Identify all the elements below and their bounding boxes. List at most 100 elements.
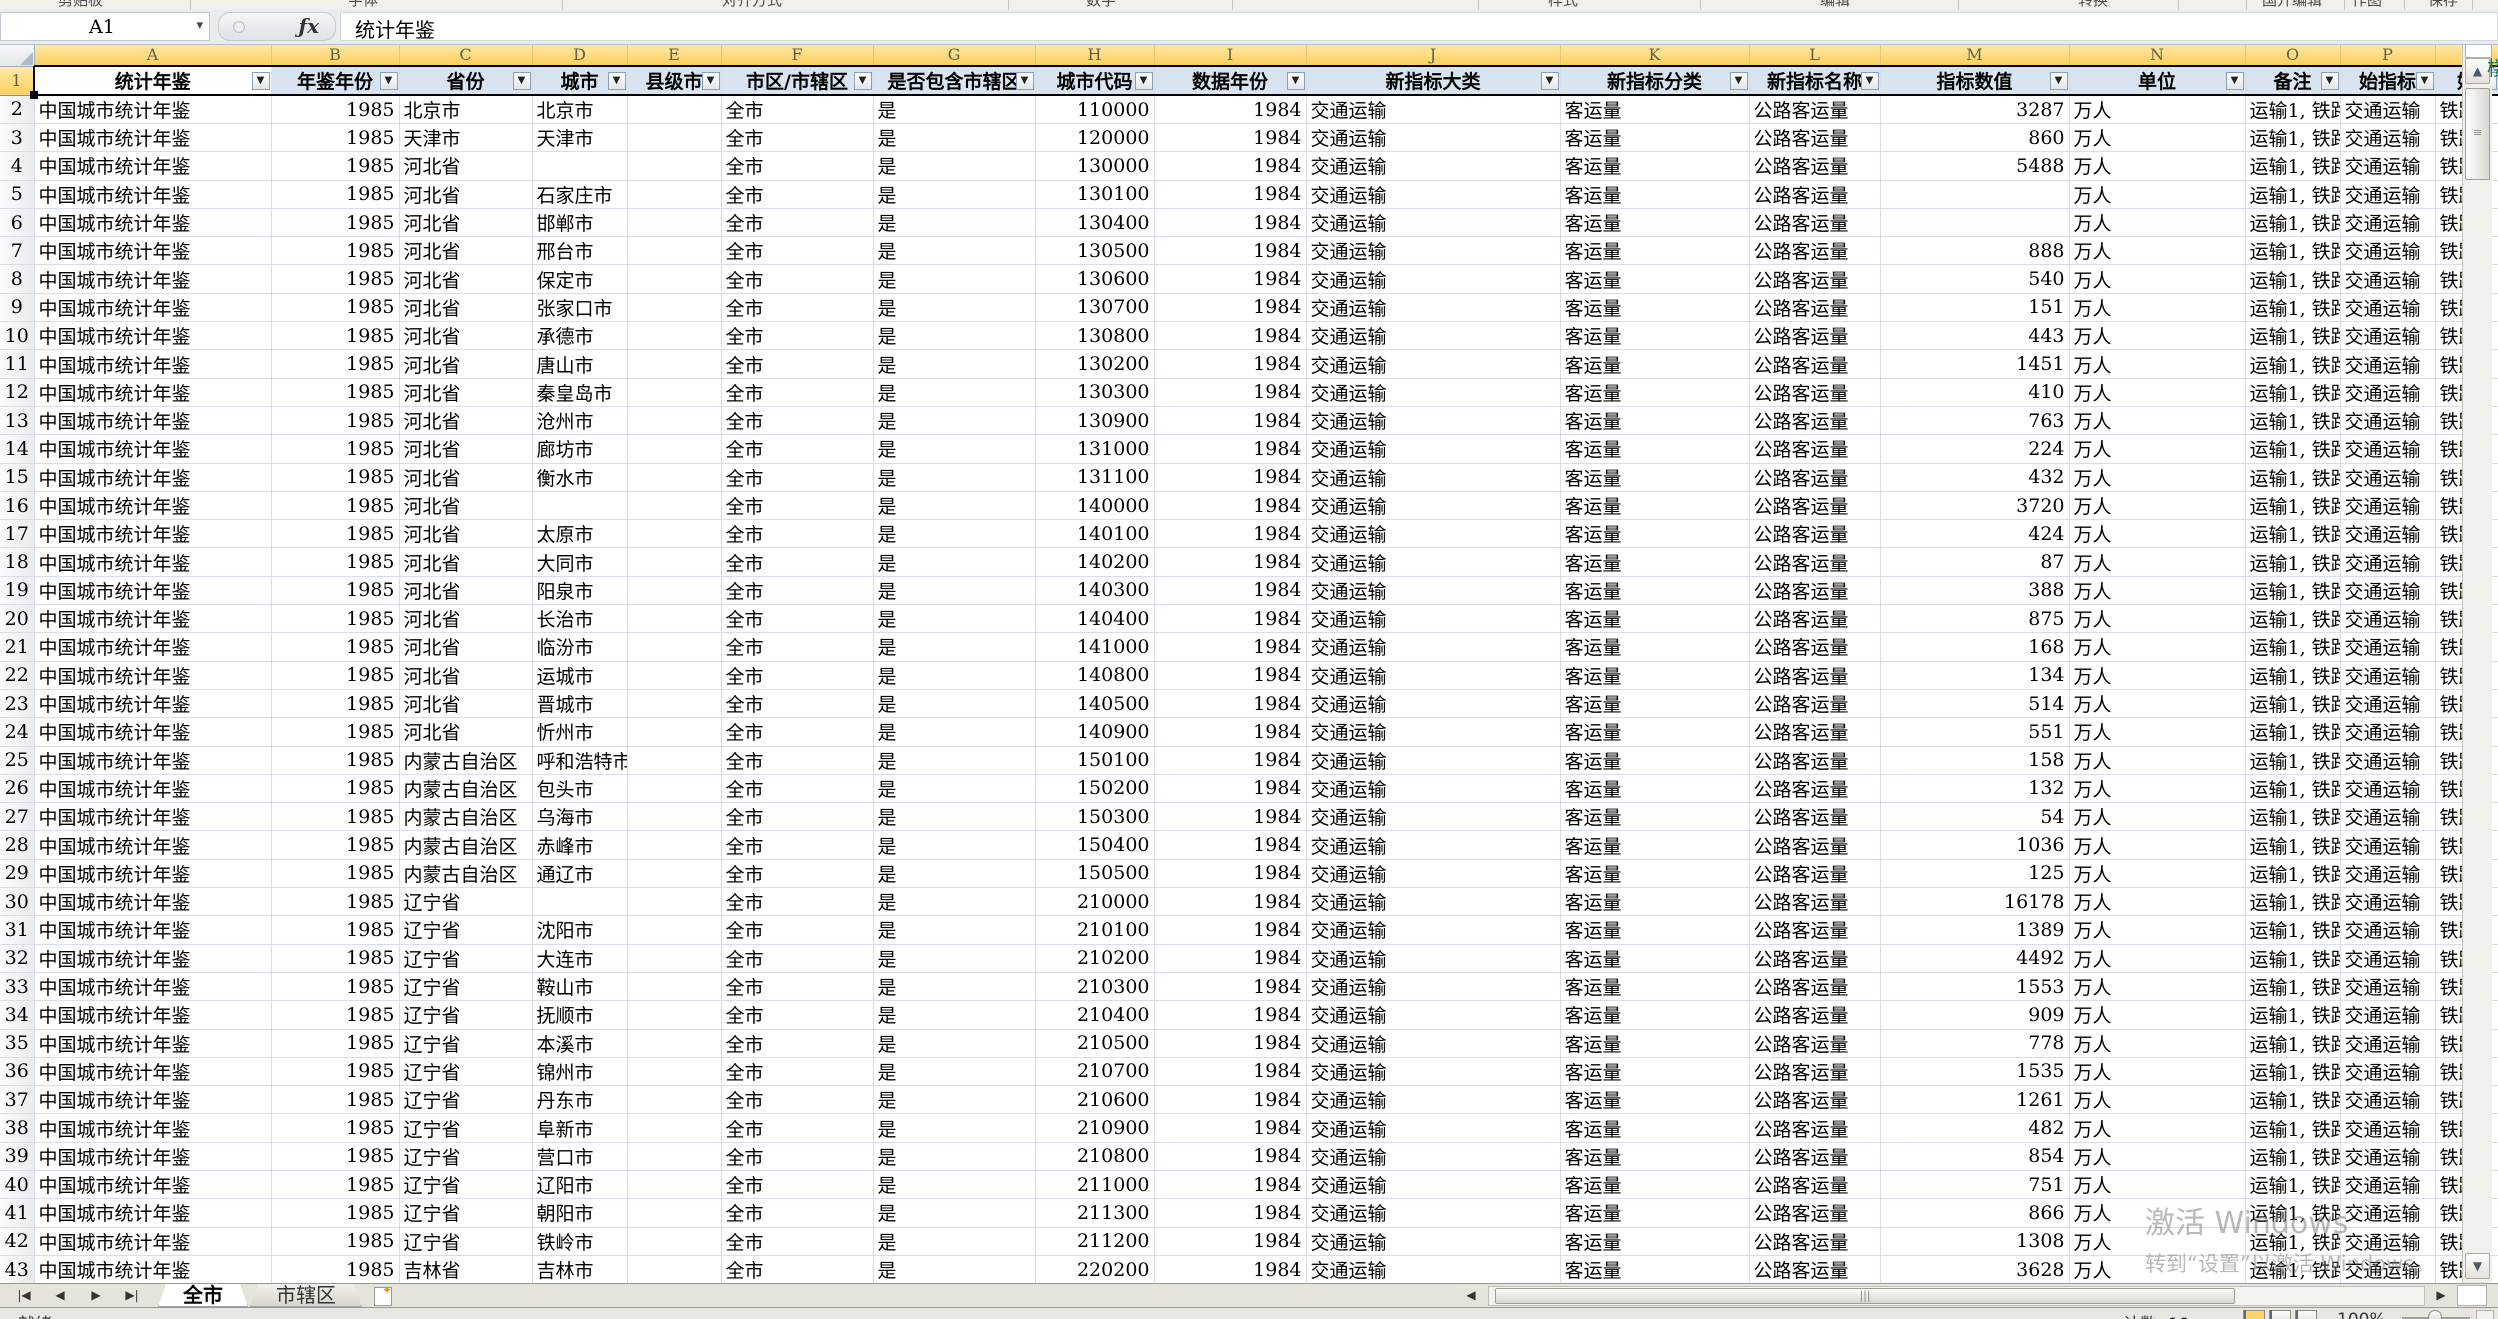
cell[interactable] <box>627 350 721 378</box>
cell[interactable]: 运输1, 铁路 <box>2245 180 2340 208</box>
cell[interactable]: 全市 <box>721 435 873 463</box>
cell[interactable]: 万人 <box>2069 633 2245 661</box>
vertical-scrollbar-thumb[interactable]: ≡ <box>2465 88 2490 180</box>
cell[interactable]: 交通运输 <box>2340 152 2435 180</box>
cell[interactable]: 中国城市统计年鉴 <box>34 1227 271 1255</box>
filter-dropdown-icon[interactable]: ▼ <box>1730 72 1748 90</box>
cell[interactable]: 1984 <box>1154 208 1306 236</box>
cell[interactable]: 公路客运量 <box>1749 406 1880 434</box>
cell[interactable]: 北京市 <box>532 95 627 124</box>
cell[interactable]: 中国城市统计年鉴 <box>34 774 271 802</box>
cell[interactable]: 1984 <box>1154 1255 1306 1283</box>
cell[interactable]: 140400 <box>1035 605 1154 633</box>
cell[interactable]: 210700 <box>1035 1057 1154 1085</box>
cell[interactable]: 运输1, 铁路 <box>2245 265 2340 293</box>
cell[interactable]: 是 <box>873 831 1035 859</box>
filter-dropdown-icon[interactable]: ▼ <box>1541 72 1559 90</box>
cell[interactable]: 客运量 <box>1560 435 1749 463</box>
cell[interactable] <box>627 803 721 831</box>
cell[interactable]: 1984 <box>1154 1114 1306 1142</box>
cell[interactable]: 1984 <box>1154 633 1306 661</box>
cell[interactable]: 141000 <box>1035 633 1154 661</box>
cell[interactable]: 全市 <box>721 463 873 491</box>
cell[interactable]: 公路客运量 <box>1749 1086 1880 1114</box>
cell[interactable]: 运输1, 铁路 <box>2245 576 2340 604</box>
cell[interactable]: 交通运输 <box>1306 718 1560 746</box>
cell[interactable]: 3720 <box>1880 491 2069 519</box>
cell[interactable]: 130900 <box>1035 406 1154 434</box>
selection-fill-handle[interactable] <box>30 91 38 99</box>
cell[interactable]: 1985 <box>271 322 399 350</box>
cell[interactable]: 全市 <box>721 1142 873 1170</box>
cell[interactable]: 抚顺市 <box>532 1001 627 1029</box>
cell[interactable]: 交通运输 <box>1306 152 1560 180</box>
row-header[interactable]: 30 <box>0 888 34 916</box>
cell[interactable]: 河北省 <box>399 491 532 519</box>
cell[interactable]: 交通运输 <box>1306 208 1560 236</box>
hscroll-right-icon[interactable]: ▶ <box>2427 1286 2455 1306</box>
cell[interactable]: 鞍山市 <box>532 972 627 1000</box>
cell[interactable]: 是 <box>873 1029 1035 1057</box>
cell[interactable]: 中国城市统计年鉴 <box>34 1114 271 1142</box>
cell[interactable]: 万人 <box>2069 605 2245 633</box>
cell[interactable]: 866 <box>1880 1199 2069 1227</box>
cell[interactable]: 交通运输 <box>2340 1001 2435 1029</box>
cell[interactable]: 公路客运量 <box>1749 237 1880 265</box>
cell[interactable]: 中国城市统计年鉴 <box>34 1029 271 1057</box>
cell[interactable]: 130000 <box>1035 152 1154 180</box>
cell[interactable]: 是 <box>873 463 1035 491</box>
cell[interactable]: 万人 <box>2069 378 2245 406</box>
cell[interactable]: 130600 <box>1035 265 1154 293</box>
cell[interactable]: 公路客运量 <box>1749 576 1880 604</box>
row-header[interactable]: 9 <box>0 293 34 321</box>
cell[interactable] <box>627 633 721 661</box>
cell[interactable]: 交通运输 <box>2340 774 2435 802</box>
cell[interactable]: 全市 <box>721 1227 873 1255</box>
cell[interactable]: 1985 <box>271 378 399 406</box>
cell[interactable]: 辽宁省 <box>399 1114 532 1142</box>
cell[interactable]: 1985 <box>271 1255 399 1283</box>
cell[interactable]: 211200 <box>1035 1227 1154 1255</box>
cell[interactable]: 公路客运量 <box>1749 95 1880 124</box>
cell[interactable]: 客运量 <box>1560 124 1749 152</box>
cell[interactable]: 140000 <box>1035 491 1154 519</box>
cell[interactable]: 1984 <box>1154 1227 1306 1255</box>
cell[interactable]: 是 <box>873 520 1035 548</box>
row-header[interactable]: 42 <box>0 1227 34 1255</box>
cell[interactable]: 是 <box>873 406 1035 434</box>
cell[interactable]: 388 <box>1880 576 2069 604</box>
column-header-L[interactable]: L <box>1749 44 1880 66</box>
cell[interactable]: 132 <box>1880 774 2069 802</box>
row-header[interactable]: 27 <box>0 803 34 831</box>
cell[interactable]: 54 <box>1880 803 2069 831</box>
filter-header-cell[interactable]: 市区/市辖区▼ <box>721 66 873 95</box>
cell[interactable]: 是 <box>873 293 1035 321</box>
cell[interactable]: 乌海市 <box>532 803 627 831</box>
cell[interactable]: 1984 <box>1154 350 1306 378</box>
cell[interactable]: 交通运输 <box>1306 859 1560 887</box>
cell[interactable]: 交通运输 <box>1306 1057 1560 1085</box>
cell[interactable]: 万人 <box>2069 1142 2245 1170</box>
formula-input[interactable]: 统计年鉴 <box>340 12 2498 41</box>
cell[interactable]: 110000 <box>1035 95 1154 124</box>
cell[interactable]: 全市 <box>721 322 873 350</box>
cell[interactable]: 1036 <box>1880 831 2069 859</box>
row-header[interactable]: 20 <box>0 605 34 633</box>
cell[interactable]: 是 <box>873 661 1035 689</box>
cell[interactable]: 全市 <box>721 520 873 548</box>
row-header[interactable]: 3 <box>0 124 34 152</box>
cell[interactable]: 公路客运量 <box>1749 180 1880 208</box>
cell[interactable]: 交通运输 <box>2340 916 2435 944</box>
cell[interactable]: 交通运输 <box>1306 1199 1560 1227</box>
cell[interactable]: 万人 <box>2069 746 2245 774</box>
row-header[interactable]: 14 <box>0 435 34 463</box>
cell[interactable]: 辽宁省 <box>399 1057 532 1085</box>
cell[interactable]: 公路客运量 <box>1749 208 1880 236</box>
name-box-dropdown-icon[interactable]: ▾ <box>196 18 203 33</box>
filter-dropdown-icon[interactable]: ▼ <box>854 72 872 90</box>
cell[interactable]: 万人 <box>2069 1227 2245 1255</box>
cell[interactable]: 1984 <box>1154 831 1306 859</box>
cell[interactable]: 运输1, 铁路 <box>2245 350 2340 378</box>
cell[interactable] <box>627 406 721 434</box>
cell[interactable]: 万人 <box>2069 774 2245 802</box>
